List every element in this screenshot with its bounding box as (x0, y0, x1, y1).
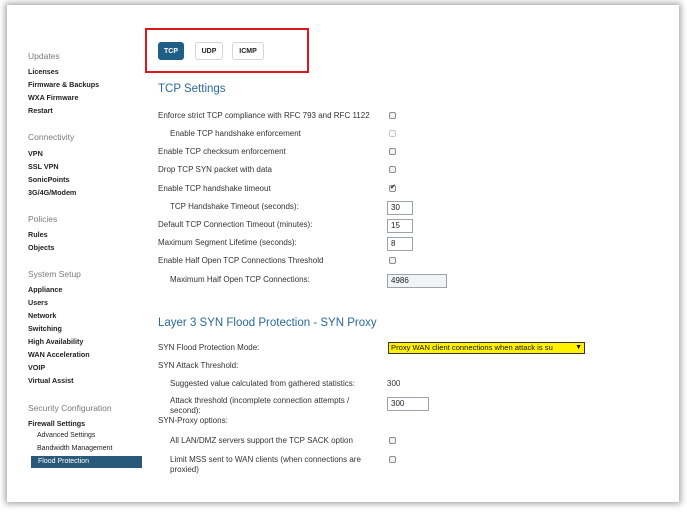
checkbox-enforce-strict-tcp[interactable] (389, 112, 396, 119)
label-sack-option: All LAN/DMZ servers support the TCP SACK… (170, 436, 353, 445)
label-drop-syn-data: Drop TCP SYN packet with data (158, 165, 272, 174)
sidebar-item-rules[interactable]: Rules (28, 230, 48, 239)
label-checksum-enforcement: Enable TCP checksum enforcement (158, 147, 286, 156)
label-attack-threshold-line2: second): (170, 406, 201, 415)
label-limit-mss-line2: proxied) (170, 465, 199, 474)
sidebar-section-policies: Policies (28, 214, 58, 224)
sidebar-section-security: Security Configuration (28, 403, 112, 413)
label-enforce-strict-tcp: Enforce strict TCP compliance with RFC 7… (158, 111, 370, 120)
checkbox-checksum-enforcement[interactable] (389, 148, 396, 155)
checkbox-sack-option[interactable] (389, 437, 396, 444)
sidebar-item-firmware-backups[interactable]: Firmware & Backups (28, 80, 99, 89)
label-limit-mss-line1: Limit MSS sent to WAN clients (when conn… (170, 455, 361, 464)
label-syn-flood-mode: SYN Flood Protection Mode: (158, 343, 260, 352)
section-title-tcp-settings: TCP Settings (158, 83, 226, 95)
input-handshake-timeout[interactable]: 30 (387, 201, 413, 215)
select-syn-flood-mode[interactable]: Proxy WAN client connections when attack… (388, 342, 585, 354)
sidebar-item-objects[interactable]: Objects (28, 243, 54, 252)
sidebar-item-firewall-settings[interactable]: Firewall Settings (28, 419, 85, 428)
sidebar-item-high-availability[interactable]: High Availability (28, 337, 83, 346)
checkbox-handshake-enforcement[interactable] (389, 130, 396, 137)
input-half-open-max[interactable]: 4986 (387, 274, 447, 288)
label-max-segment-lifetime: Maximum Segment Lifetime (seconds): (158, 238, 297, 247)
sidebar-subitem-bandwidth-management[interactable]: Bandwidth Management (37, 445, 113, 452)
sidebar-item-vpn[interactable]: VPN (28, 149, 43, 158)
label-half-open-enable: Enable Half Open TCP Connections Thresho… (158, 256, 324, 265)
suggested-value: 300 (387, 379, 401, 388)
label-half-open-max: Maximum Half Open TCP Connections: (170, 275, 310, 284)
sidebar: Updates Licenses Firmware & Backups WXA … (7, 5, 147, 502)
label-syn-proxy-options: SYN-Proxy options: (158, 416, 228, 425)
sidebar-section-updates: Updates (28, 51, 60, 61)
checkbox-handshake-timeout[interactable] (389, 183, 396, 192)
input-connection-timeout[interactable]: 15 (387, 219, 413, 233)
sidebar-item-network[interactable]: Network (28, 311, 56, 320)
checkbox-half-open-threshold[interactable] (389, 257, 396, 264)
input-attack-threshold[interactable]: 300 (387, 397, 429, 411)
sidebar-item-voip[interactable]: VOIP (28, 363, 45, 372)
label-connection-timeout: Default TCP Connection Timeout (minutes)… (158, 220, 313, 229)
section-title-syn-flood: Layer 3 SYN Flood Protection - SYN Proxy (158, 317, 377, 329)
checkbox-drop-syn-data[interactable] (389, 166, 396, 173)
sidebar-item-wxa-firmware[interactable]: WXA Firmware (28, 93, 78, 102)
sidebar-item-wan-acceleration[interactable]: WAN Acceleration (28, 350, 90, 359)
label-attack-threshold-line1: Attack threshold (incomplete connection … (170, 396, 350, 405)
sidebar-item-appliance[interactable]: Appliance (28, 285, 62, 294)
sidebar-item-virtual-assist[interactable]: Virtual Assist (28, 376, 74, 385)
label-syn-attack-threshold: SYN Attack Threshold: (158, 361, 239, 370)
label-handshake-timeout: TCP Handshake Timeout (seconds): (170, 202, 299, 211)
sidebar-item-sonicpoints[interactable]: SonicPoints (28, 175, 70, 184)
tab-tcp[interactable]: TCP (158, 42, 184, 60)
checkbox-limit-mss[interactable] (389, 456, 396, 463)
sidebar-item-restart[interactable]: Restart (28, 106, 53, 115)
sidebar-section-connectivity: Connectivity (28, 132, 75, 142)
label-suggested-value: Suggested value calculated from gathered… (170, 379, 355, 388)
tab-udp[interactable]: UDP (195, 42, 223, 60)
label-handshake-enforcement: Enable TCP handshake enforcement (170, 129, 301, 138)
sidebar-subitem-flood-protection[interactable]: Flood Protection (31, 456, 142, 468)
sidebar-item-ssl-vpn[interactable]: SSL VPN (28, 162, 59, 171)
sidebar-item-modem[interactable]: 3G/4G/Modem (28, 188, 76, 197)
tab-icmp[interactable]: ICMP (232, 42, 264, 60)
dropdown-arrow-icon: ▼ (573, 343, 582, 353)
input-max-segment-lifetime[interactable]: 8 (387, 237, 413, 251)
label-handshake-timeout-enable: Enable TCP handshake timeout (158, 184, 271, 193)
sidebar-section-system-setup: System Setup (28, 269, 81, 279)
app-window: Updates Licenses Firmware & Backups WXA … (7, 5, 679, 502)
sidebar-item-licenses[interactable]: Licenses (28, 67, 59, 76)
sidebar-item-switching[interactable]: Switching (28, 324, 62, 333)
select-syn-flood-mode-value: Proxy WAN client connections when attack… (391, 343, 553, 352)
sidebar-item-users[interactable]: Users (28, 298, 48, 307)
sidebar-subitem-advanced-settings[interactable]: Advanced Settings (37, 432, 95, 439)
